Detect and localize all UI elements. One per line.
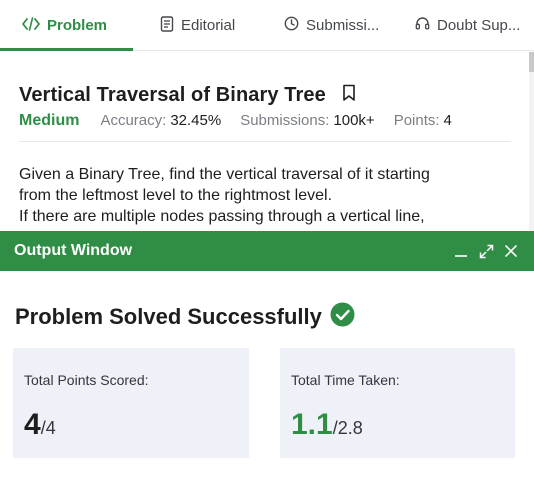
submissions-label: Submissions: [240,112,330,129]
points-scored: 4 [24,408,41,441]
code-icon [22,16,47,35]
tab-label: Problem [47,17,108,34]
points-label: Points: [393,112,440,129]
accuracy-value: 32.45% [170,112,222,129]
difficulty-badge: Medium [19,112,80,129]
tab-submissions[interactable]: Submissi... [284,0,379,51]
expand-icon[interactable] [477,242,495,260]
headset-icon [415,16,437,35]
document-icon [160,15,181,36]
clock-icon [284,16,306,35]
check-circle-icon [330,302,355,332]
problem-title-row: Vertical Traversal of Binary Tree [19,84,356,107]
tab-editorial[interactable]: Editorial [160,0,235,51]
problem-title: Vertical Traversal of Binary Tree [19,84,326,106]
tab-label: Editorial [181,17,236,34]
points-card: Total Points Scored: 4 /4 [13,348,249,458]
result-status: Problem Solved Successfully [15,302,355,332]
bookmark-icon[interactable] [342,84,356,107]
scrollbar-thumb[interactable] [529,52,534,72]
accuracy-label: Accuracy: [100,112,167,129]
submissions-value: 100k+ [333,112,375,129]
description-line: Given a Binary Tree, find the vertical t… [19,166,430,183]
points-scored-label: Total Points Scored: [24,372,149,388]
description-line: from the leftmost level to the rightmost… [19,187,333,204]
time-limit: /2.8 [332,418,363,438]
time-taken-value: 1.1 /2.8 [291,408,363,442]
time-taken: 1.1 [291,408,333,441]
time-card: Total Time Taken: 1.1 /2.8 [280,348,515,458]
tab-bar: Problem Editorial Submissi... Doubt Sup.… [0,0,534,51]
problem-meta: Medium Accuracy: 32.45% Submissions: 100… [19,112,452,130]
time-taken-label: Total Time Taken: [291,372,400,388]
points-total: /4 [40,418,56,438]
tab-problem[interactable]: Problem [22,0,107,51]
points-value: 4 [443,112,452,129]
divider [19,141,511,142]
status-text: Problem Solved Successfully [15,304,322,329]
close-icon[interactable] [502,242,520,260]
points-scored-value: 4 /4 [24,408,56,442]
output-window-title: Output Window [14,242,133,259]
tab-label: Submissi... [306,17,380,34]
active-tab-indicator [0,48,133,51]
tab-doubt-support[interactable]: Doubt Sup... [415,0,520,51]
output-window-header: Output Window [0,231,534,271]
problem-description: Given a Binary Tree, find the vertical t… [19,164,511,227]
tab-label: Doubt Sup... [437,17,521,34]
minimize-icon[interactable] [452,242,470,260]
description-line: If there are multiple nodes passing thro… [19,208,425,225]
